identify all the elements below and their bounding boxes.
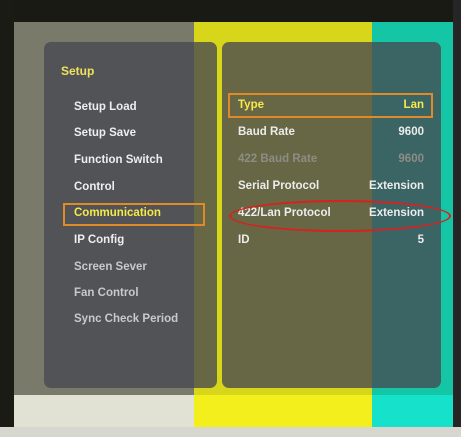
menu-item-screen-sever[interactable]: Screen Sever xyxy=(74,261,147,273)
setting-value: Extension xyxy=(369,180,424,192)
setting-row-serial-protocol[interactable]: Serial Protocol Extension xyxy=(238,180,424,196)
menu-item-setup-load[interactable]: Setup Load xyxy=(74,101,137,113)
setting-label: Baud Rate xyxy=(238,126,295,138)
menu-item-control[interactable]: Control xyxy=(74,181,115,193)
setting-value: 9600 xyxy=(398,126,424,138)
monitor-bezel-bottom xyxy=(0,427,461,437)
setting-value: Lan xyxy=(403,99,424,111)
setting-row-id[interactable]: ID 5 xyxy=(238,234,424,250)
menu-item-setup-save[interactable]: Setup Save xyxy=(74,127,136,139)
menu-item-sync-check-period[interactable]: Sync Check Period xyxy=(74,313,178,325)
setting-row-422-baud-rate: 422 Baud Rate 9600 xyxy=(238,153,424,169)
menu-item-function-switch[interactable]: Function Switch xyxy=(74,154,163,166)
menu-item-fan-control[interactable]: Fan Control xyxy=(74,287,139,299)
color-bar-cyan-light xyxy=(372,395,453,427)
setting-label: 422 Baud Rate xyxy=(238,153,318,165)
setting-row-type[interactable]: Type Lan xyxy=(238,99,424,115)
annotation-red-oval xyxy=(229,200,451,232)
color-bar-yellow-light xyxy=(194,395,372,427)
setting-value: 5 xyxy=(417,234,424,246)
monitor-bezel-left xyxy=(0,0,14,437)
menu-item-ip-config[interactable]: IP Config xyxy=(74,234,124,246)
menu-item-communication[interactable]: Communication xyxy=(74,207,161,219)
setting-value: 9600 xyxy=(398,153,424,165)
setting-row-baud-rate[interactable]: Baud Rate 9600 xyxy=(238,126,424,142)
setting-label: ID xyxy=(238,234,250,246)
setting-label: Serial Protocol xyxy=(238,180,320,192)
setting-label: Type xyxy=(238,99,264,111)
setup-title: Setup xyxy=(61,64,95,78)
monitor-bezel-right xyxy=(453,0,461,437)
monitor-bezel-top xyxy=(0,0,461,22)
color-bar-gray-light xyxy=(14,395,194,427)
